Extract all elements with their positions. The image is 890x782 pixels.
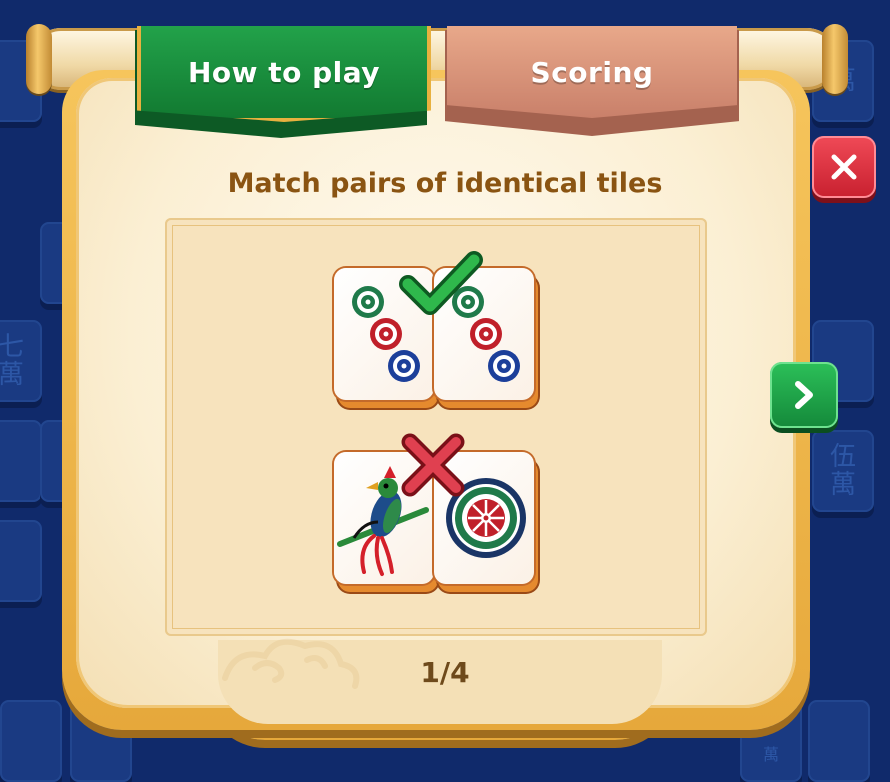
instruction-title: Match pairs of identical tiles bbox=[227, 168, 663, 199]
scroll-rod-cap-right bbox=[822, 24, 848, 94]
tab-how-to-play[interactable]: How to play bbox=[137, 26, 431, 122]
tab-scoring-label: Scoring bbox=[530, 55, 654, 89]
tab-scoring[interactable]: Scoring bbox=[447, 26, 737, 118]
background-tile bbox=[0, 520, 42, 602]
background-tile bbox=[0, 420, 42, 502]
cross-icon bbox=[401, 433, 465, 497]
chevron-right-icon bbox=[795, 381, 813, 409]
background-tile: 伍 萬 bbox=[812, 430, 874, 512]
next-page-button[interactable] bbox=[770, 362, 838, 428]
page-indicator: 1/4 bbox=[420, 656, 470, 689]
background-tile bbox=[0, 700, 62, 782]
check-icon bbox=[399, 251, 483, 315]
tab-how-to-play-label: How to play bbox=[187, 55, 381, 89]
background-tile-glyph: 伍 萬 bbox=[829, 442, 856, 500]
background-tile bbox=[808, 700, 870, 782]
background-tile: 七 萬 bbox=[0, 320, 42, 402]
background-tile-glyph: 七 萬 bbox=[0, 332, 24, 390]
scroll-rod-cap-left bbox=[26, 24, 52, 94]
